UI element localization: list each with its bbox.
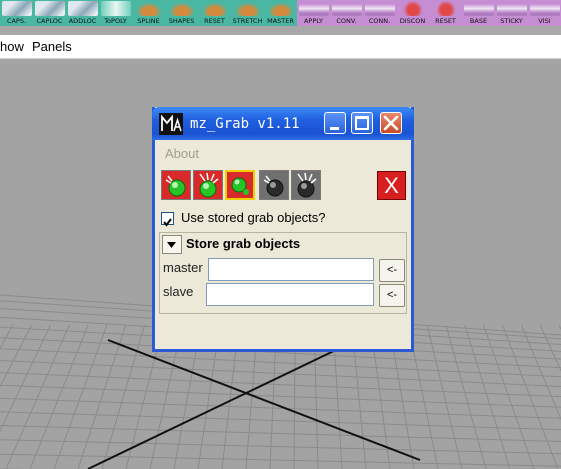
maya-logo-icon bbox=[159, 113, 183, 135]
base-icon bbox=[464, 1, 494, 16]
shelf-button-base[interactable]: BASE bbox=[462, 0, 495, 26]
shelf-label: CONN. bbox=[368, 17, 391, 25]
grab-select-icon bbox=[231, 177, 249, 195]
slave-field[interactable] bbox=[206, 283, 374, 306]
shelf-label: APPLY bbox=[303, 17, 323, 25]
shelf-label: CAPS. bbox=[6, 17, 27, 25]
menu-panels[interactable]: Panels bbox=[32, 39, 72, 54]
shelf-label: STICKY bbox=[500, 17, 523, 25]
menu-show[interactable]: how bbox=[0, 39, 24, 54]
apply-icon bbox=[299, 1, 329, 16]
minimize-button[interactable] bbox=[324, 112, 346, 134]
shelf-button-caps[interactable]: CAPS. bbox=[0, 0, 33, 26]
shelf-button-visi[interactable]: VISI bbox=[528, 0, 561, 26]
shelf-label: CAPLOC bbox=[36, 17, 63, 25]
window-body: About X Use stored grab objects? Store g… bbox=[155, 140, 411, 352]
shelf-button-master[interactable]: MASTER bbox=[264, 0, 297, 26]
close-button[interactable] bbox=[380, 112, 402, 134]
shelf-label: DISCON bbox=[399, 17, 426, 25]
maximize-icon bbox=[355, 116, 369, 130]
grab-spring-button[interactable] bbox=[193, 170, 223, 200]
frame-collapse-toggle[interactable] bbox=[162, 235, 182, 254]
use-stored-grab-label: Use stored grab objects? bbox=[181, 210, 326, 225]
master-icon bbox=[266, 1, 296, 16]
master-label: master bbox=[163, 260, 203, 275]
shelf-label: SPLINE bbox=[137, 17, 160, 25]
shelf-button-sticky[interactable]: STICKY bbox=[495, 0, 528, 26]
capsule-locator-icon bbox=[35, 1, 65, 16]
close-icon bbox=[383, 115, 399, 131]
shelf-label: BASE bbox=[469, 17, 488, 25]
minimize-icon bbox=[330, 127, 339, 130]
shelf-button-addloc[interactable]: ADDLOC bbox=[66, 0, 99, 26]
release-spring-icon bbox=[297, 172, 317, 198]
shapes-icon bbox=[167, 1, 197, 16]
slave-pick-button[interactable]: <- bbox=[379, 284, 405, 307]
shelf-toolbar: CAPS. CAPLOC ADDLOC ToPOLY SPLINE SHAPES… bbox=[0, 0, 561, 26]
frame-title: Store grab objects bbox=[186, 236, 301, 251]
grab-select-button[interactable] bbox=[225, 170, 255, 200]
shelf-label: CONV. bbox=[336, 17, 357, 25]
shelf-label: ToPOLY bbox=[104, 17, 127, 25]
reset-icon bbox=[431, 1, 461, 16]
reset-icon bbox=[200, 1, 230, 16]
checkmark-icon bbox=[163, 218, 172, 227]
shelf-button-apply[interactable]: APPLY bbox=[297, 0, 330, 26]
shelf-button-shapes[interactable]: SHAPES bbox=[165, 0, 198, 26]
shelf-button-caploc[interactable]: CAPLOC bbox=[33, 0, 66, 26]
visibility-icon bbox=[530, 1, 560, 16]
shelf-button-discon[interactable]: DISCON bbox=[396, 0, 429, 26]
shelf-button-spline[interactable]: SPLINE bbox=[132, 0, 165, 26]
slave-label: slave bbox=[163, 284, 194, 299]
maximize-button[interactable] bbox=[351, 112, 373, 134]
shelf-label: SHAPES bbox=[168, 17, 195, 25]
shelf-button-stretch[interactable]: STRETCH bbox=[231, 0, 264, 26]
sticky-icon bbox=[497, 1, 527, 16]
disconnect-icon bbox=[398, 1, 428, 16]
close-tool-button[interactable]: X bbox=[377, 171, 406, 200]
shelf-label: RESET bbox=[204, 17, 225, 25]
menu-about[interactable]: About bbox=[165, 146, 199, 161]
shelf-button-topoly[interactable]: ToPOLY bbox=[99, 0, 132, 26]
shelf-button-conv[interactable]: CONV. bbox=[330, 0, 363, 26]
grab-icon bbox=[165, 175, 186, 197]
triangle-down-icon bbox=[167, 242, 176, 248]
shelf-label: STRETCH bbox=[232, 17, 263, 25]
stretch-icon bbox=[233, 1, 263, 16]
grab-spring-icon bbox=[199, 172, 219, 198]
use-stored-grab-checkbox[interactable] bbox=[161, 212, 174, 227]
master-field[interactable] bbox=[208, 258, 374, 281]
master-pick-button[interactable]: <- bbox=[379, 259, 405, 282]
capsule-icon bbox=[2, 1, 32, 16]
panel-menubar: how Panels bbox=[0, 35, 561, 59]
release-button[interactable] bbox=[259, 170, 289, 200]
release-icon bbox=[263, 175, 284, 197]
window-titlebar[interactable]: mz_Grab v1.11 bbox=[152, 107, 414, 140]
shelf-button-conn[interactable]: CONN. bbox=[363, 0, 396, 26]
mz-grab-window: mz_Grab v1.11 About X Use stored grab ob… bbox=[152, 107, 414, 352]
shelf-label: RESET bbox=[435, 17, 456, 25]
to-poly-icon bbox=[101, 1, 131, 16]
grab-button[interactable] bbox=[161, 170, 191, 200]
shelf-button-reset[interactable]: RESET bbox=[198, 0, 231, 26]
shelf-label: ADDLOC bbox=[68, 17, 97, 25]
shelf-label: VISI bbox=[538, 17, 551, 25]
convert-icon bbox=[332, 1, 362, 16]
shelf-button-reset-2[interactable]: RESET bbox=[429, 0, 462, 26]
window-title: mz_Grab v1.11 bbox=[190, 116, 300, 132]
store-grab-objects-frame: Store grab objects master <- slave <- bbox=[159, 232, 407, 314]
connect-icon bbox=[365, 1, 395, 16]
add-locator-icon bbox=[68, 1, 98, 16]
shelf-label: MASTER bbox=[267, 17, 294, 25]
release-spring-button[interactable] bbox=[291, 170, 321, 200]
spline-icon bbox=[134, 1, 164, 16]
